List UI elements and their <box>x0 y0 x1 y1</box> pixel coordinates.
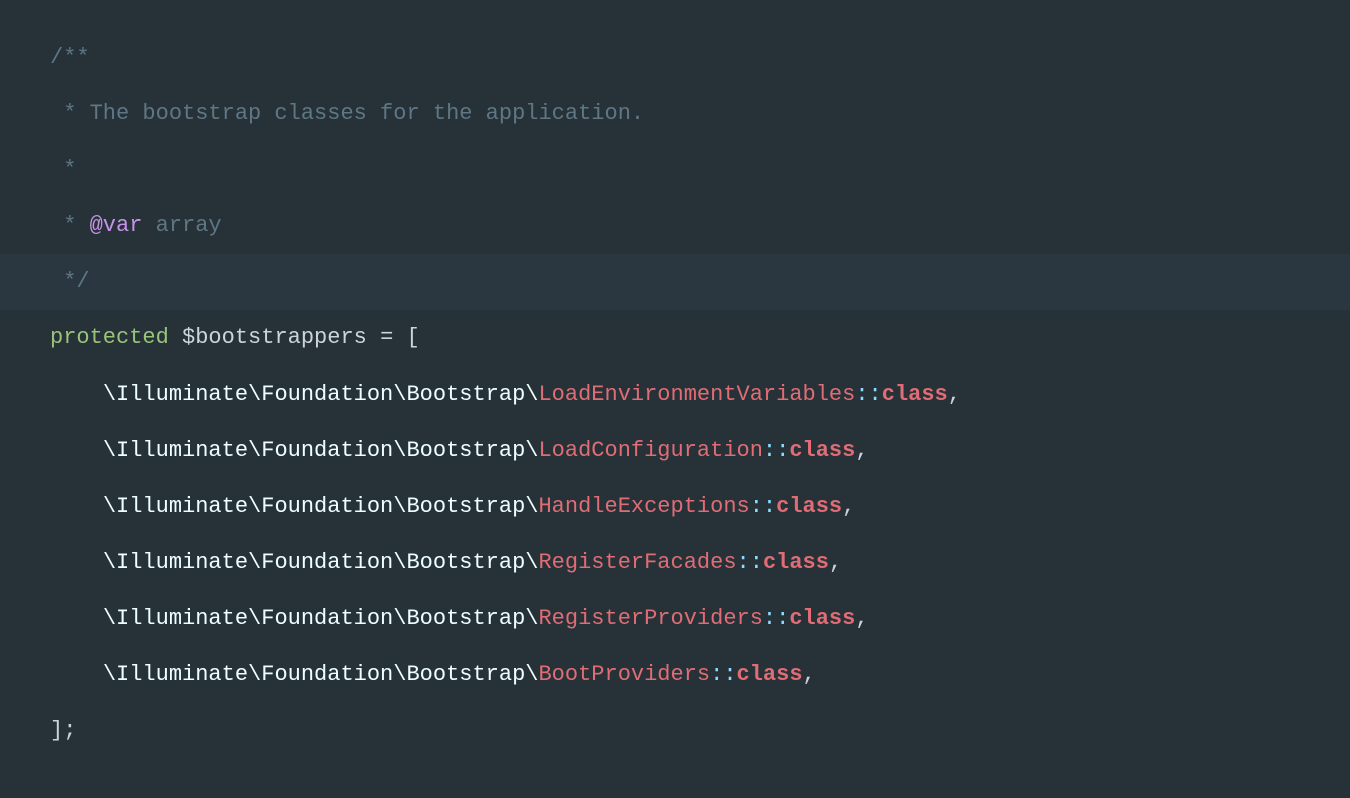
docblock-close: */ <box>0 254 1350 310</box>
array-item: \Illuminate\Foundation\Bootstrap\LoadCon… <box>50 423 1350 479</box>
array-item: \Illuminate\Foundation\Bootstrap\Registe… <box>50 535 1350 591</box>
close-bracket: ]; <box>50 703 1350 759</box>
array-item: \Illuminate\Foundation\Bootstrap\LoadEnv… <box>50 367 1350 423</box>
declaration-line: protected $bootstrappers = [ <box>50 310 1350 366</box>
array-item: \Illuminate\Foundation\Bootstrap\BootPro… <box>50 647 1350 703</box>
code-editor[interactable]: /** * The bootstrap classes for the appl… <box>50 30 1350 759</box>
docblock-empty: * <box>50 142 1350 198</box>
array-item: \Illuminate\Foundation\Bootstrap\Registe… <box>50 591 1350 647</box>
docblock-description: * The bootstrap classes for the applicat… <box>50 86 1350 142</box>
docblock-var: * @var array <box>50 198 1350 254</box>
docblock-open: /** <box>50 30 1350 86</box>
array-item: \Illuminate\Foundation\Bootstrap\HandleE… <box>50 479 1350 535</box>
